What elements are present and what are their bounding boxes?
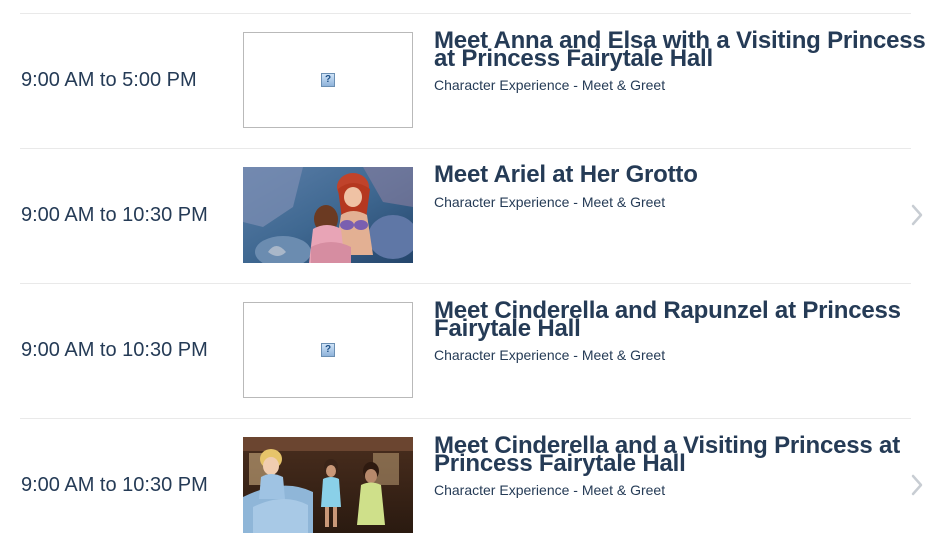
ariel-grotto-photo — [243, 167, 413, 263]
event-title[interactable]: Meet Cinderella and Rapunzel at Princess… — [434, 299, 934, 341]
event-row-ariel[interactable]: 9:00 AM to 10:30 PM Meet Ariel at Her Gr… — [0, 149, 936, 284]
event-title[interactable]: Meet Anna and Elsa with a Visiting Princ… — [434, 29, 934, 71]
event-time: 9:00 AM to 10:30 PM — [21, 339, 208, 361]
cinderella-photo — [243, 437, 413, 533]
event-thumbnail[interactable] — [243, 437, 413, 533]
event-time: 9:00 AM to 5:00 PM — [21, 69, 197, 91]
event-thumbnail[interactable] — [243, 167, 413, 263]
event-subtitle: Character Experience - Meet & Greet — [434, 194, 666, 210]
event-time: 9:00 AM to 10:30 PM — [21, 204, 208, 226]
event-title[interactable]: Meet Ariel at Her Grotto — [434, 163, 934, 187]
broken-image-icon: ? — [321, 73, 335, 87]
event-thumbnail[interactable]: ? — [243, 32, 413, 128]
event-subtitle: Character Experience - Meet & Greet — [434, 77, 666, 93]
chevron-right-icon[interactable] — [910, 203, 924, 227]
broken-image-icon: ? — [321, 343, 335, 357]
event-list: 9:00 AM to 5:00 PM ? Meet Anna and Elsa … — [0, 0, 936, 548]
event-title[interactable]: Meet Cinderella and a Visiting Princess … — [434, 434, 934, 476]
event-row-cinderella-visiting[interactable]: 9:00 AM to 10:30 PM Meet Cinderella and … — [0, 419, 936, 554]
event-row-anna-elsa[interactable]: 9:00 AM to 5:00 PM ? Meet Anna and Elsa … — [0, 14, 936, 149]
event-row-cinderella-rapunzel[interactable]: 9:00 AM to 10:30 PM ? Meet Cinderella an… — [0, 284, 936, 419]
event-subtitle: Character Experience - Meet & Greet — [434, 347, 666, 363]
event-subtitle: Character Experience - Meet & Greet — [434, 482, 666, 498]
event-time: 9:00 AM to 10:30 PM — [21, 474, 208, 496]
event-thumbnail[interactable]: ? — [243, 302, 413, 398]
chevron-right-icon[interactable] — [910, 473, 924, 497]
